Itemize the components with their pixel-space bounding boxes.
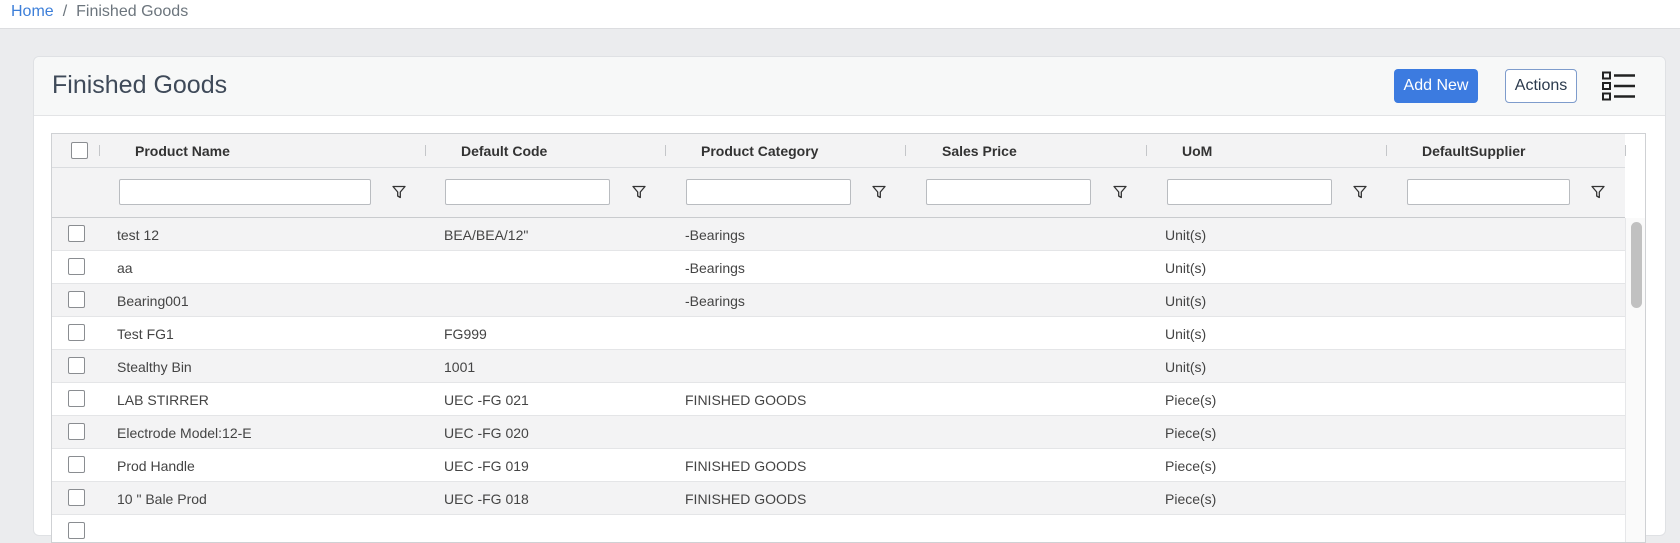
column-separator[interactable] <box>1625 145 1626 156</box>
cell-uom: Unit(s) <box>1165 326 1207 342</box>
filter-uom-input[interactable] <box>1167 179 1332 205</box>
page-title: Finished Goods <box>52 71 228 99</box>
cell-default-code: 1001 <box>444 359 476 375</box>
filter-product-name-input[interactable] <box>119 179 371 205</box>
filter-icon[interactable] <box>1591 185 1605 199</box>
table-row[interactable]: Bearing001 -Bearings Unit(s) <box>52 284 1625 317</box>
grid-header: Product Name Default Code Product Catego… <box>52 134 1626 218</box>
row-checkbox[interactable] <box>68 291 85 308</box>
row-checkbox[interactable] <box>68 258 85 275</box>
finished-goods-card: Finished Goods Add New Actions Product N… <box>33 56 1666 543</box>
cell-uom: Unit(s) <box>1165 359 1207 375</box>
cell-product-category: FINISHED GOODS <box>685 392 807 408</box>
row-checkbox[interactable] <box>68 456 85 473</box>
row-checkbox[interactable] <box>68 324 85 341</box>
table-row[interactable]: Test FG1 FG999 Unit(s) <box>52 317 1625 350</box>
table-row[interactable]: Stealthy Bin 1001 Unit(s) <box>52 350 1625 383</box>
table-row[interactable]: test 12 BEA/BEA/12" -Bearings Unit(s) <box>52 218 1625 251</box>
row-checkbox[interactable] <box>68 225 85 242</box>
cell-product-name: Test FG1 <box>117 326 174 342</box>
scrollbar-thumb[interactable] <box>1631 222 1642 308</box>
cell-product-name: Bearing001 <box>117 293 189 309</box>
cell-product-category: FINISHED GOODS <box>685 458 807 474</box>
row-checkbox[interactable] <box>68 522 85 539</box>
cell-product-category: -Bearings <box>685 293 745 309</box>
column-separator[interactable] <box>665 145 666 156</box>
cell-product-name: test 12 <box>117 227 160 243</box>
cell-product-category: FINISHED GOODS <box>685 491 807 507</box>
filter-icon[interactable] <box>632 185 646 199</box>
row-checkbox[interactable] <box>68 357 85 374</box>
row-checkbox[interactable] <box>68 489 85 506</box>
vertical-scrollbar[interactable] <box>1625 218 1645 542</box>
column-header-uom[interactable]: UoM <box>1182 143 1212 159</box>
column-header-product-name[interactable]: Product Name <box>135 143 230 159</box>
column-header-default-supplier[interactable]: DefaultSupplier <box>1422 143 1525 159</box>
cell-uom: Piece(s) <box>1165 458 1217 474</box>
filter-icon[interactable] <box>1353 185 1367 199</box>
cell-product-name: Stealthy Bin <box>117 359 192 375</box>
cell-product-category: -Bearings <box>685 260 745 276</box>
column-header-default-code[interactable]: Default Code <box>461 143 547 159</box>
filter-icon[interactable] <box>392 185 406 199</box>
table-row[interactable] <box>52 515 1625 542</box>
cell-uom: Piece(s) <box>1165 392 1217 408</box>
list-view-icon[interactable] <box>1602 71 1636 101</box>
cell-default-code: UEC -FG 018 <box>444 491 529 507</box>
cell-uom: Unit(s) <box>1165 227 1207 243</box>
cell-default-code: UEC -FG 020 <box>444 425 529 441</box>
cell-product-name: LAB STIRRER <box>117 392 209 408</box>
column-separator[interactable] <box>905 145 906 156</box>
cell-uom: Piece(s) <box>1165 425 1217 441</box>
cell-default-code: UEC -FG 019 <box>444 458 529 474</box>
cell-uom: Unit(s) <box>1165 260 1207 276</box>
products-grid: Product Name Default Code Product Catego… <box>51 133 1646 543</box>
table-row[interactable]: Prod Handle UEC -FG 019 FINISHED GOODS P… <box>52 449 1625 482</box>
breadcrumb-current: Finished Goods <box>76 3 189 20</box>
table-row[interactable]: Electrode Model:12-E UEC -FG 020 Piece(s… <box>52 416 1625 449</box>
table-row[interactable]: aa -Bearings Unit(s) <box>52 251 1625 284</box>
add-new-button[interactable]: Add New <box>1394 69 1478 103</box>
filter-default-code-input[interactable] <box>445 179 610 205</box>
breadcrumb-home-link[interactable]: Home <box>11 3 54 20</box>
breadcrumb: Home / Finished Goods <box>0 0 1680 29</box>
filter-icon[interactable] <box>1113 185 1127 199</box>
filter-product-category-input[interactable] <box>686 179 851 205</box>
cell-product-name: Prod Handle <box>117 458 195 474</box>
column-separator[interactable] <box>1386 145 1387 156</box>
select-all-checkbox[interactable] <box>71 142 88 159</box>
filter-sales-price-input[interactable] <box>926 179 1091 205</box>
column-separator[interactable] <box>1146 145 1147 156</box>
cell-product-name: aa <box>117 260 133 276</box>
column-separator[interactable] <box>99 145 100 156</box>
column-header-sales-price[interactable]: Sales Price <box>942 143 1017 159</box>
header-divider <box>52 167 1625 168</box>
column-separator[interactable] <box>425 145 426 156</box>
actions-button[interactable]: Actions <box>1505 69 1577 103</box>
cell-product-category: -Bearings <box>685 227 745 243</box>
row-checkbox[interactable] <box>68 423 85 440</box>
row-checkbox[interactable] <box>68 390 85 407</box>
cell-uom: Piece(s) <box>1165 491 1217 507</box>
table-row[interactable]: LAB STIRRER UEC -FG 021 FINISHED GOODS P… <box>52 383 1625 416</box>
cell-default-code: UEC -FG 021 <box>444 392 529 408</box>
breadcrumb-separator: / <box>62 3 68 20</box>
filter-default-supplier-input[interactable] <box>1407 179 1570 205</box>
cell-default-code: BEA/BEA/12" <box>444 227 529 243</box>
cell-product-name: Electrode Model:12-E <box>117 425 252 441</box>
filter-icon[interactable] <box>872 185 886 199</box>
table-row[interactable]: 10 " Bale Prod UEC -FG 018 FINISHED GOOD… <box>52 482 1625 515</box>
cell-default-code: FG999 <box>444 326 487 342</box>
cell-product-name: 10 " Bale Prod <box>117 491 207 507</box>
card-header: Finished Goods Add New Actions <box>34 57 1665 116</box>
column-header-product-category[interactable]: Product Category <box>701 143 818 159</box>
cell-uom: Unit(s) <box>1165 293 1207 309</box>
